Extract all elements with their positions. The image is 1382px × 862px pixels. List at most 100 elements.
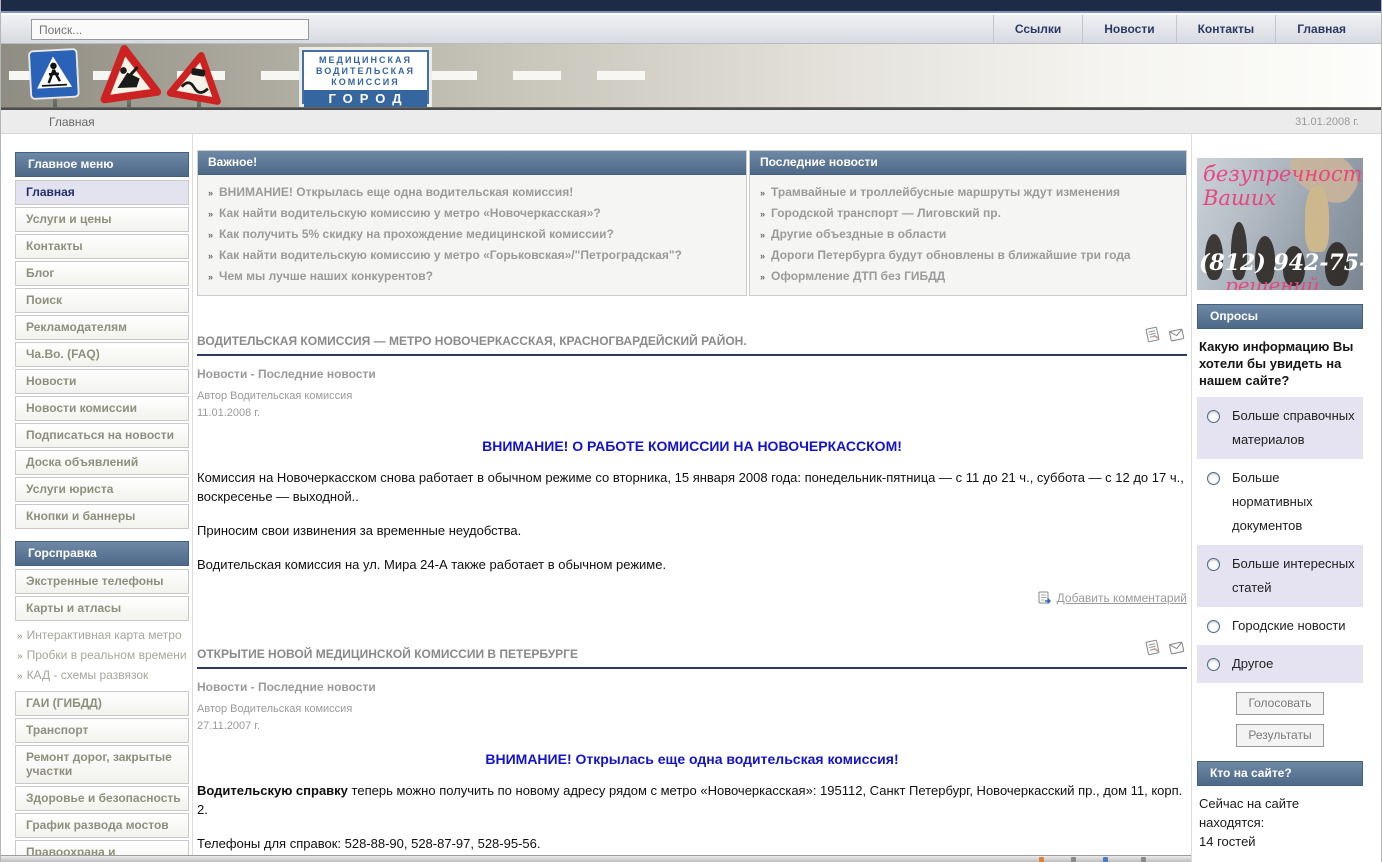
sidebar-item-zdorovie[interactable]: Здоровье и безопасность — [15, 786, 189, 811]
list-item: » Городской транспорт — Лиговский пр. — [760, 203, 1176, 224]
taskbar-sliver — [1, 855, 1191, 862]
article-section: Новости - Последние новости — [197, 680, 1187, 694]
article-2: ОТКРЫТИЕ НОВОЙ МЕДИЦИНСКОЙ КОМИССИИ В ПЕ… — [197, 645, 1187, 862]
top-nav-contacts[interactable]: Контакты — [1176, 15, 1276, 43]
list-item: »Как найти водительскую комиссию у метро… — [208, 203, 736, 224]
poll-option-3[interactable]: Больше интересных статей — [1197, 545, 1363, 607]
chess-banner-image: безупречностьВаших (812) 942-75-35 решен… — [1197, 158, 1363, 290]
gorspravka-header: Горсправка — [15, 541, 189, 566]
page-date: 31.01.2008 г. — [1295, 116, 1359, 128]
latest-news-link[interactable]: Другие объездные в области — [771, 227, 946, 241]
article-title-bar: ОТКРЫТИЕ НОВОЙ МЕДИЦИНСКОЙ КОМИССИИ В ПЕ… — [197, 645, 1187, 669]
add-comment-link[interactable]: Добавить комментарий — [1057, 591, 1187, 605]
sublink-metro-map[interactable]: »Интерактивная карта метро — [17, 626, 189, 646]
logo-city: ГОРОД — [304, 90, 427, 108]
arrow-icon: » — [17, 631, 23, 642]
results-button[interactable]: Результаты — [1236, 724, 1323, 747]
important-link[interactable]: Как получить 5% скидку на прохождение ме… — [219, 227, 614, 241]
list-item: »ВНИМАНИЕ! Открылась еще одна водительск… — [208, 182, 736, 203]
latest-news-link[interactable]: Городской транспорт — Лиговский пр. — [771, 206, 1001, 220]
radio-icon[interactable] — [1207, 658, 1220, 671]
logo-line-1: МЕДИЦИНСКАЯ — [304, 55, 427, 66]
radio-icon[interactable] — [1207, 558, 1220, 571]
sidebar-item-podpisatsya[interactable]: Подписаться на новости — [15, 423, 189, 448]
bullet-arrow-icon: » — [760, 209, 765, 219]
sidebar-item-uslugi[interactable]: Услуги и цены — [15, 207, 189, 232]
top-bar: Ссылки Новости Контакты Главная — [1, 15, 1381, 44]
bullet-arrow-icon: » — [208, 230, 213, 240]
sidebar-item-karty[interactable]: Карты и атласы — [15, 596, 189, 621]
sidebar-item-kontakty[interactable]: Контакты — [15, 234, 189, 259]
email-icon[interactable] — [1168, 326, 1185, 348]
email-icon[interactable] — [1168, 639, 1185, 661]
sidebar-item-novosti-komissii[interactable]: Новости комиссии — [15, 396, 189, 421]
sidebar-item-glavnaya[interactable]: Главная — [15, 180, 189, 205]
chess-banner[interactable]: безупречностьВаших (812) 942-75-35 решен… — [1197, 158, 1363, 290]
logo-line-3: КОМИССИЯ — [304, 77, 427, 88]
right-sidebar: безупречностьВаших (812) 942-75-35 решен… — [1197, 158, 1363, 862]
article-author: Автор Водительская комиссия — [197, 390, 1187, 402]
poll-option-4[interactable]: Городские новости — [1197, 607, 1363, 645]
vote-button[interactable]: Голосовать — [1236, 692, 1323, 715]
sidebar-item-blog[interactable]: Блог — [15, 261, 189, 286]
print-icon[interactable] — [1144, 639, 1161, 661]
search-input[interactable] — [31, 19, 309, 40]
arrow-icon: » — [17, 651, 23, 662]
radio-icon[interactable] — [1207, 620, 1220, 633]
poll-option-5[interactable]: Другое — [1197, 645, 1363, 683]
top-nav-news[interactable]: Новости — [1082, 15, 1175, 43]
bullet-arrow-icon: » — [760, 230, 765, 240]
article-paragraph: Водительскую справку теперь можно получи… — [197, 782, 1187, 820]
article-title-bar: ВОДИТЕЛЬСКАЯ КОМИССИЯ — МЕТРО НОВОЧЕРКАС… — [197, 332, 1187, 356]
article-paragraph: Телефоны для справок: 528-88-90, 528-87-… — [197, 835, 1187, 854]
sidebar-item-yurist[interactable]: Услуги юриста — [15, 477, 189, 502]
radio-icon[interactable] — [1207, 472, 1220, 485]
poll-option-2[interactable]: Больше нормативных документов — [1197, 459, 1363, 545]
article-section: Новости - Последние новости — [197, 367, 1187, 381]
sidebar-item-reklamodatelyam[interactable]: Рекламодателям — [15, 315, 189, 340]
article-title: ОТКРЫТИЕ НОВОЙ МЕДИЦИНСКОЙ КОМИССИИ В ПЕ… — [197, 647, 578, 661]
top-nav: Ссылки Новости Контакты Главная — [993, 15, 1367, 43]
list-item: » Как получить 5% скидку на прохождение м… — [208, 224, 736, 245]
taskbar-icon — [1103, 857, 1108, 862]
radio-icon[interactable] — [1207, 410, 1220, 423]
latest-news-list: » Трамвайные и троллейбусные маршруты жду… — [750, 175, 1186, 295]
sidebar-item-mosty[interactable]: График развода мостов — [15, 813, 189, 838]
important-link[interactable]: Чем мы лучше наших конкурентов? — [219, 269, 433, 283]
sidebar-item-gai[interactable]: ГАИ (ГИБДД) — [15, 691, 189, 716]
sublink-kad[interactable]: »КАД - схемы развязок — [17, 666, 189, 686]
main-menu-header: Главное меню — [15, 152, 189, 177]
article-heading: ВНИМАНИЕ! О РАБОТЕ КОМИССИИ НА НОВОЧЕРКА… — [197, 438, 1187, 454]
sidebar-item-remont[interactable]: Ремонт дорог, закрытые участки — [15, 745, 189, 784]
sidebar-item-telefony[interactable]: Экстренные телефоны — [15, 569, 189, 594]
sidebar-item-novosti[interactable]: Новости — [15, 369, 189, 394]
comment-icon — [1038, 591, 1052, 608]
top-nav-links[interactable]: Ссылки — [993, 15, 1082, 43]
latest-news-link[interactable]: Оформление ДТП без ГИБДД — [771, 269, 945, 283]
article-title: ВОДИТЕЛЬСКАЯ КОМИССИЯ — МЕТРО НОВОЧЕРКАС… — [197, 334, 747, 348]
sidebar-item-transport[interactable]: Транспорт — [15, 718, 189, 743]
important-link[interactable]: Как найти водительскую комиссию у метро … — [219, 206, 601, 220]
latest-news-link[interactable]: Дороги Петербурга будут обновлены в ближ… — [771, 248, 1131, 262]
sidebar-item-poisk[interactable]: Поиск — [15, 288, 189, 313]
sidebar-item-faq[interactable]: Ча.Во. (FAQ) — [15, 342, 189, 367]
arrow-icon: » — [17, 671, 23, 682]
important-link[interactable]: Как найти водительскую комиссию у метро … — [219, 248, 682, 262]
comment-row: Добавить комментарий — [197, 589, 1187, 609]
article-paragraph: Водительская комиссия на ул. Мира 24-А т… — [197, 556, 1187, 575]
top-nav-home[interactable]: Главная — [1275, 15, 1367, 43]
poll-option-1[interactable]: Больше справочных материалов — [1197, 397, 1363, 459]
pedestrian-crossing-sign-icon — [27, 48, 82, 106]
latest-news-header: Последние новости — [750, 151, 1186, 175]
page: Ссылки Новости Контакты Главная — [0, 0, 1382, 862]
breadcrumb[interactable]: Главная — [49, 115, 95, 129]
important-link[interactable]: ВНИМАНИЕ! Открылась еще одна водительска… — [219, 185, 573, 199]
print-icon[interactable] — [1144, 326, 1161, 348]
sublink-probki[interactable]: »Пробки в реальном времени — [17, 646, 189, 666]
taskbar-icon — [1039, 857, 1044, 862]
article-heading: ВНИМАНИЕ! Открылась еще одна водительска… — [197, 751, 1187, 767]
sidebar-item-bannery[interactable]: Кнопки и баннеры — [15, 504, 189, 529]
header-banner: МЕДИЦИНСКАЯ ВОДИТЕЛЬСКАЯ КОМИССИЯ ГОРОД — [1, 44, 1381, 108]
sidebar-item-doska[interactable]: Доска объявлений — [15, 450, 189, 475]
latest-news-link[interactable]: Трамвайные и троллейбусные маршруты ждут… — [771, 185, 1120, 199]
